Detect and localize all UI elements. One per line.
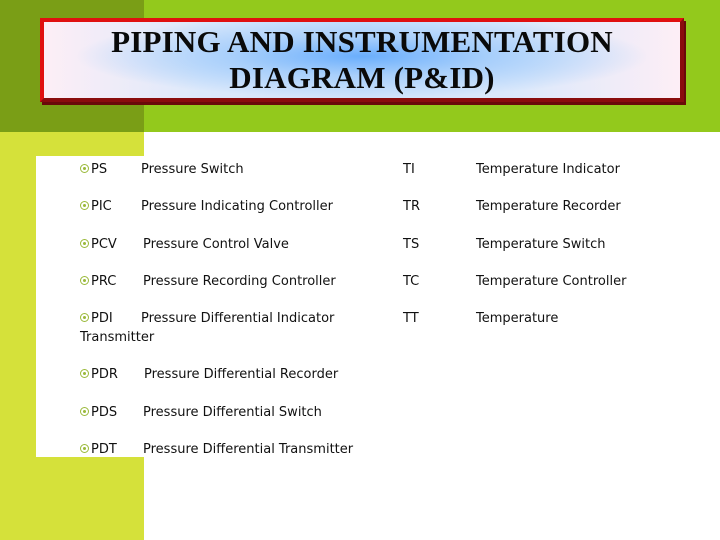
target-circle-icon bbox=[80, 444, 89, 453]
abbreviation: PRC bbox=[91, 274, 117, 289]
abbreviation: PDT bbox=[91, 442, 117, 457]
description: Temperature Switch bbox=[476, 237, 606, 252]
description: Pressure Differential Transmitter bbox=[143, 442, 354, 457]
description: Temperature bbox=[476, 311, 559, 326]
title-line-1: PIPING AND INSTRUMENTATION bbox=[111, 24, 613, 59]
target-circle-icon bbox=[80, 313, 89, 322]
description: Pressure Differential Switch bbox=[143, 405, 322, 420]
abbreviation: PS bbox=[91, 162, 108, 177]
abbreviation: PIC bbox=[91, 199, 112, 214]
description: Temperature Indicator bbox=[476, 162, 620, 177]
description: Pressure Control Valve bbox=[143, 237, 289, 252]
abbreviation: PCV bbox=[91, 237, 117, 252]
description: Pressure Indicating Controller bbox=[141, 199, 333, 214]
target-circle-icon bbox=[80, 164, 89, 173]
abbreviation: TC bbox=[403, 274, 420, 289]
abbreviation: TI bbox=[403, 162, 415, 177]
list-item-continuation: Transmitter bbox=[80, 330, 154, 345]
abbreviation: TS bbox=[403, 237, 420, 252]
abbreviation: TT bbox=[403, 311, 419, 326]
target-circle-icon bbox=[80, 201, 89, 210]
title-line-2: DIAGRAM (P&ID) bbox=[229, 60, 495, 95]
description-continuation: Transmitter bbox=[80, 330, 155, 345]
lime-accent-bottom bbox=[0, 457, 144, 540]
description: Temperature Recorder bbox=[476, 199, 621, 214]
title-banner: PIPING AND INSTRUMENTATION DIAGRAM (P&ID… bbox=[40, 18, 684, 102]
description: Pressure Differential Recorder bbox=[144, 367, 339, 382]
target-circle-icon bbox=[80, 239, 89, 248]
description: Pressure Recording Controller bbox=[143, 274, 336, 289]
description: Pressure Switch bbox=[141, 162, 244, 177]
abbreviation: PDI bbox=[91, 311, 113, 326]
abbreviation: TR bbox=[403, 199, 420, 214]
abbreviation: PDR bbox=[91, 367, 118, 382]
target-circle-icon bbox=[80, 407, 89, 416]
abbreviation: PDS bbox=[91, 405, 118, 420]
description: Pressure Differential Indicator bbox=[141, 311, 335, 326]
target-circle-icon bbox=[80, 276, 89, 285]
target-circle-icon bbox=[80, 369, 89, 378]
description: Temperature Controller bbox=[476, 274, 627, 289]
